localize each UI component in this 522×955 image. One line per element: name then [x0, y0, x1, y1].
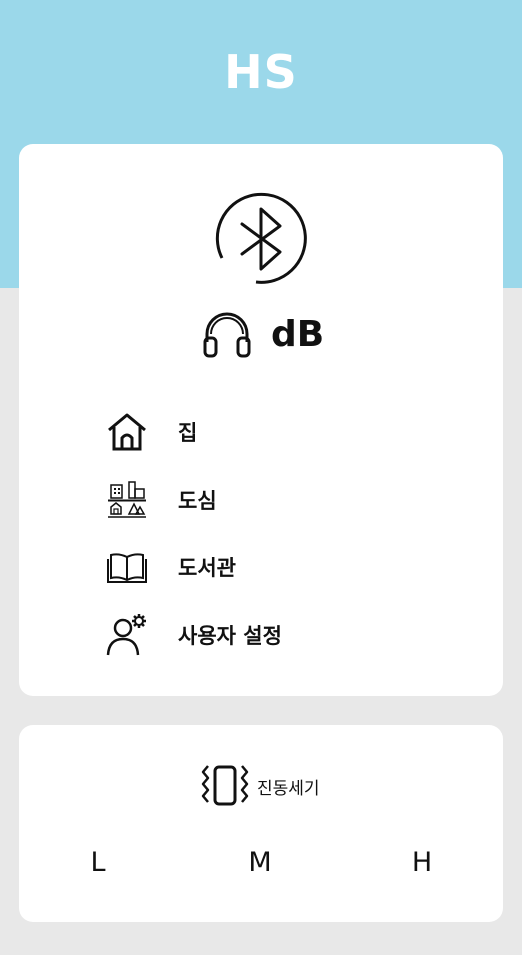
vibration-level-low[interactable]: L: [68, 843, 128, 883]
home-icon: [105, 410, 149, 454]
vibration-level-high[interactable]: H: [392, 843, 452, 883]
db-label: dB: [271, 313, 325, 355]
city-icon: [105, 478, 149, 522]
phone-vibrate-icon: [201, 765, 249, 806]
vibration-label: 진동세기: [257, 778, 320, 799]
book-icon: [105, 545, 149, 589]
menu-label-city: 도심: [178, 489, 217, 513]
menu-label-user-settings: 사용자 설정: [178, 624, 282, 648]
menu-label-library: 도서관: [178, 556, 236, 580]
menu-item-home[interactable]: 집: [105, 407, 405, 457]
headphones-icon: [203, 312, 251, 358]
menu-item-library[interactable]: 도서관: [105, 542, 405, 592]
main-card: dB 집 도심 도서관 사용자 설정: [19, 144, 503, 696]
app-title: HS: [224, 45, 298, 99]
menu-item-city[interactable]: 도심: [105, 475, 405, 525]
bluetooth-icon: [215, 192, 307, 284]
menu-label-home: 집: [178, 421, 198, 445]
bluetooth-button[interactable]: [208, 186, 314, 292]
vibration-title: 진동세기: [197, 763, 320, 809]
noise-level-display: dB: [201, 306, 324, 362]
vibration-level-medium[interactable]: M: [230, 843, 290, 883]
user-settings-icon: [105, 613, 149, 657]
menu-item-user-settings[interactable]: 사용자 설정: [105, 610, 405, 660]
vibration-card: 진동세기 L M H: [19, 725, 503, 922]
